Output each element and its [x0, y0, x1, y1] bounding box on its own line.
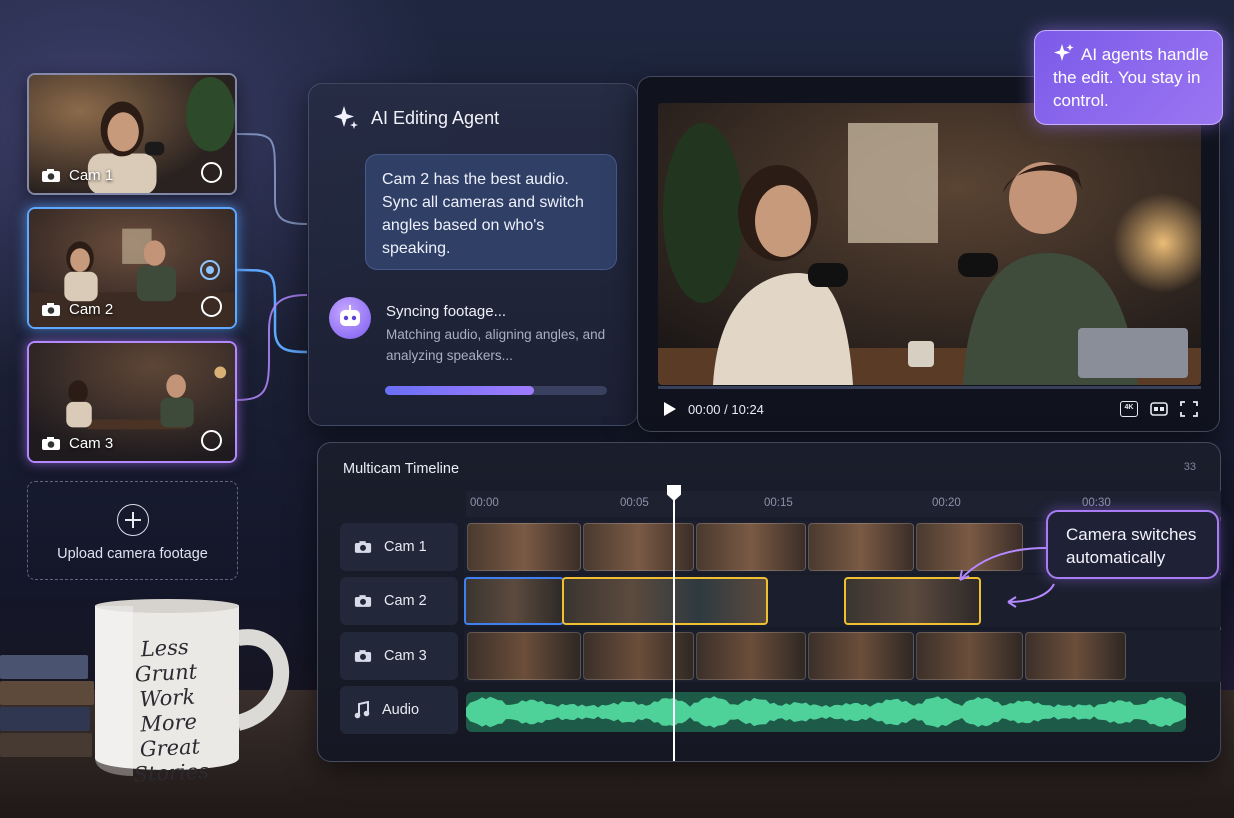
- user-message-bubble: Cam 2 has the best audio. Sync all camer…: [365, 154, 617, 270]
- play-icon[interactable]: [664, 402, 676, 416]
- music-note-icon: [354, 701, 370, 719]
- tick-label: 00:30: [1082, 497, 1111, 509]
- video-player: 00:00 / 10:24 4K: [637, 76, 1220, 432]
- timeline-clip[interactable]: [583, 632, 694, 680]
- mug-slogan: Less Grunt Work More Great Stories: [132, 634, 210, 787]
- tick-label: 00:05: [620, 497, 649, 509]
- camera-icon: [354, 595, 372, 607]
- camera-icon: [42, 169, 60, 182]
- camera-icon: [354, 650, 372, 662]
- agent-title: AI Editing Agent: [371, 108, 500, 128]
- camera-switch-callout-text: Camera switches automatically: [1066, 525, 1197, 567]
- 4k-badge-text: 4K: [1124, 404, 1134, 411]
- timeline-clip[interactable]: [467, 632, 581, 680]
- timeline-corner-label: 33: [1183, 461, 1196, 473]
- track-lane-cam-3[interactable]: [464, 630, 1221, 682]
- ai-agents-callout-text: AI agents handle the edit. You stay in c…: [1053, 45, 1209, 110]
- track-header-cam-2[interactable]: Cam 2: [340, 577, 458, 625]
- cam-2-name: Cam 2: [69, 301, 114, 318]
- switch-arrow-icon: [959, 547, 1055, 608]
- timeline-clip[interactable]: [808, 523, 914, 571]
- tick-label: 00:20: [932, 497, 961, 509]
- cam-1-select-radio[interactable]: [201, 162, 222, 183]
- track-label: Cam 1: [384, 539, 427, 555]
- cam-2-select-radio[interactable]: [201, 296, 222, 317]
- sync-status-title: Syncing footage...: [386, 303, 507, 320]
- timecode: 00:00 / 10:24: [688, 402, 764, 417]
- track-header-cam-3[interactable]: Cam 3: [340, 632, 458, 680]
- upload-footage-button[interactable]: Upload camera footage: [27, 481, 238, 580]
- timeline-clip-active[interactable]: [562, 577, 768, 625]
- timeline-clip[interactable]: [696, 632, 806, 680]
- tick-label: 00:15: [764, 497, 793, 509]
- timeline-clip[interactable]: [583, 523, 694, 571]
- ai-agent-panel: AI Editing Agent Cam 2 has the best audi…: [308, 83, 638, 426]
- robot-icon: [329, 297, 371, 339]
- sparkle-icon: [1054, 44, 1074, 61]
- timeline-clip[interactable]: [696, 523, 806, 571]
- multicam-timeline: Multicam Timeline 33 00:00 00:05 00:15 0…: [317, 442, 1221, 762]
- timeline-clip[interactable]: [467, 523, 581, 571]
- sync-progress-fill: [385, 386, 534, 395]
- timeline-clip[interactable]: [916, 632, 1023, 680]
- timeline-clip[interactable]: [464, 577, 564, 625]
- timeline-clip[interactable]: [808, 632, 914, 680]
- seek-bar[interactable]: [658, 386, 1201, 389]
- cam-3-label: Cam 3: [41, 435, 113, 452]
- tick-label: 00:00: [470, 497, 499, 509]
- camera-icon: [354, 541, 372, 553]
- camera-card-3[interactable]: Cam 3: [27, 341, 237, 463]
- camera-switch-callout: Camera switches automatically: [1046, 510, 1219, 579]
- track-label: Audio: [382, 702, 420, 718]
- sync-progress-bar: [385, 386, 607, 395]
- cam-1-label: Cam 1: [41, 167, 113, 184]
- video-preview[interactable]: [658, 103, 1201, 385]
- sync-status-detail: Matching audio, aligning angles, and ana…: [386, 327, 606, 363]
- track-lane-cam-2[interactable]: [464, 575, 1221, 627]
- track-header-cam-1[interactable]: Cam 1: [340, 523, 458, 571]
- track-header-audio[interactable]: Audio: [340, 686, 458, 734]
- timeline-title: Multicam Timeline: [343, 461, 460, 477]
- ai-agents-callout: AI agents handle the edit. You stay in c…: [1034, 30, 1223, 125]
- cam-3-select-radio[interactable]: [201, 430, 222, 451]
- camera-icon: [42, 437, 60, 450]
- cc-icon[interactable]: [1150, 401, 1168, 417]
- track-label: Cam 3: [384, 648, 427, 664]
- playhead[interactable]: [667, 485, 681, 761]
- camera-icon: [42, 303, 60, 316]
- cam-2-label: Cam 2: [41, 301, 113, 318]
- 4k-icon[interactable]: 4K: [1120, 401, 1138, 417]
- book-stack: [0, 655, 95, 757]
- audio-waveform[interactable]: [466, 692, 1186, 732]
- fullscreen-icon[interactable]: [1180, 401, 1198, 417]
- sparkle-icon: [334, 106, 358, 129]
- cam-1-name: Cam 1: [69, 167, 114, 184]
- upload-label: Upload camera footage: [57, 546, 208, 562]
- timeline-clip[interactable]: [1025, 632, 1126, 680]
- cam-2-active-indicator: [200, 260, 220, 280]
- plus-icon: [116, 504, 149, 536]
- track-label: Cam 2: [384, 593, 427, 609]
- cam-3-name: Cam 3: [69, 435, 114, 452]
- camera-card-2[interactable]: Cam 2: [27, 207, 237, 329]
- camera-card-1[interactable]: Cam 1: [27, 73, 237, 195]
